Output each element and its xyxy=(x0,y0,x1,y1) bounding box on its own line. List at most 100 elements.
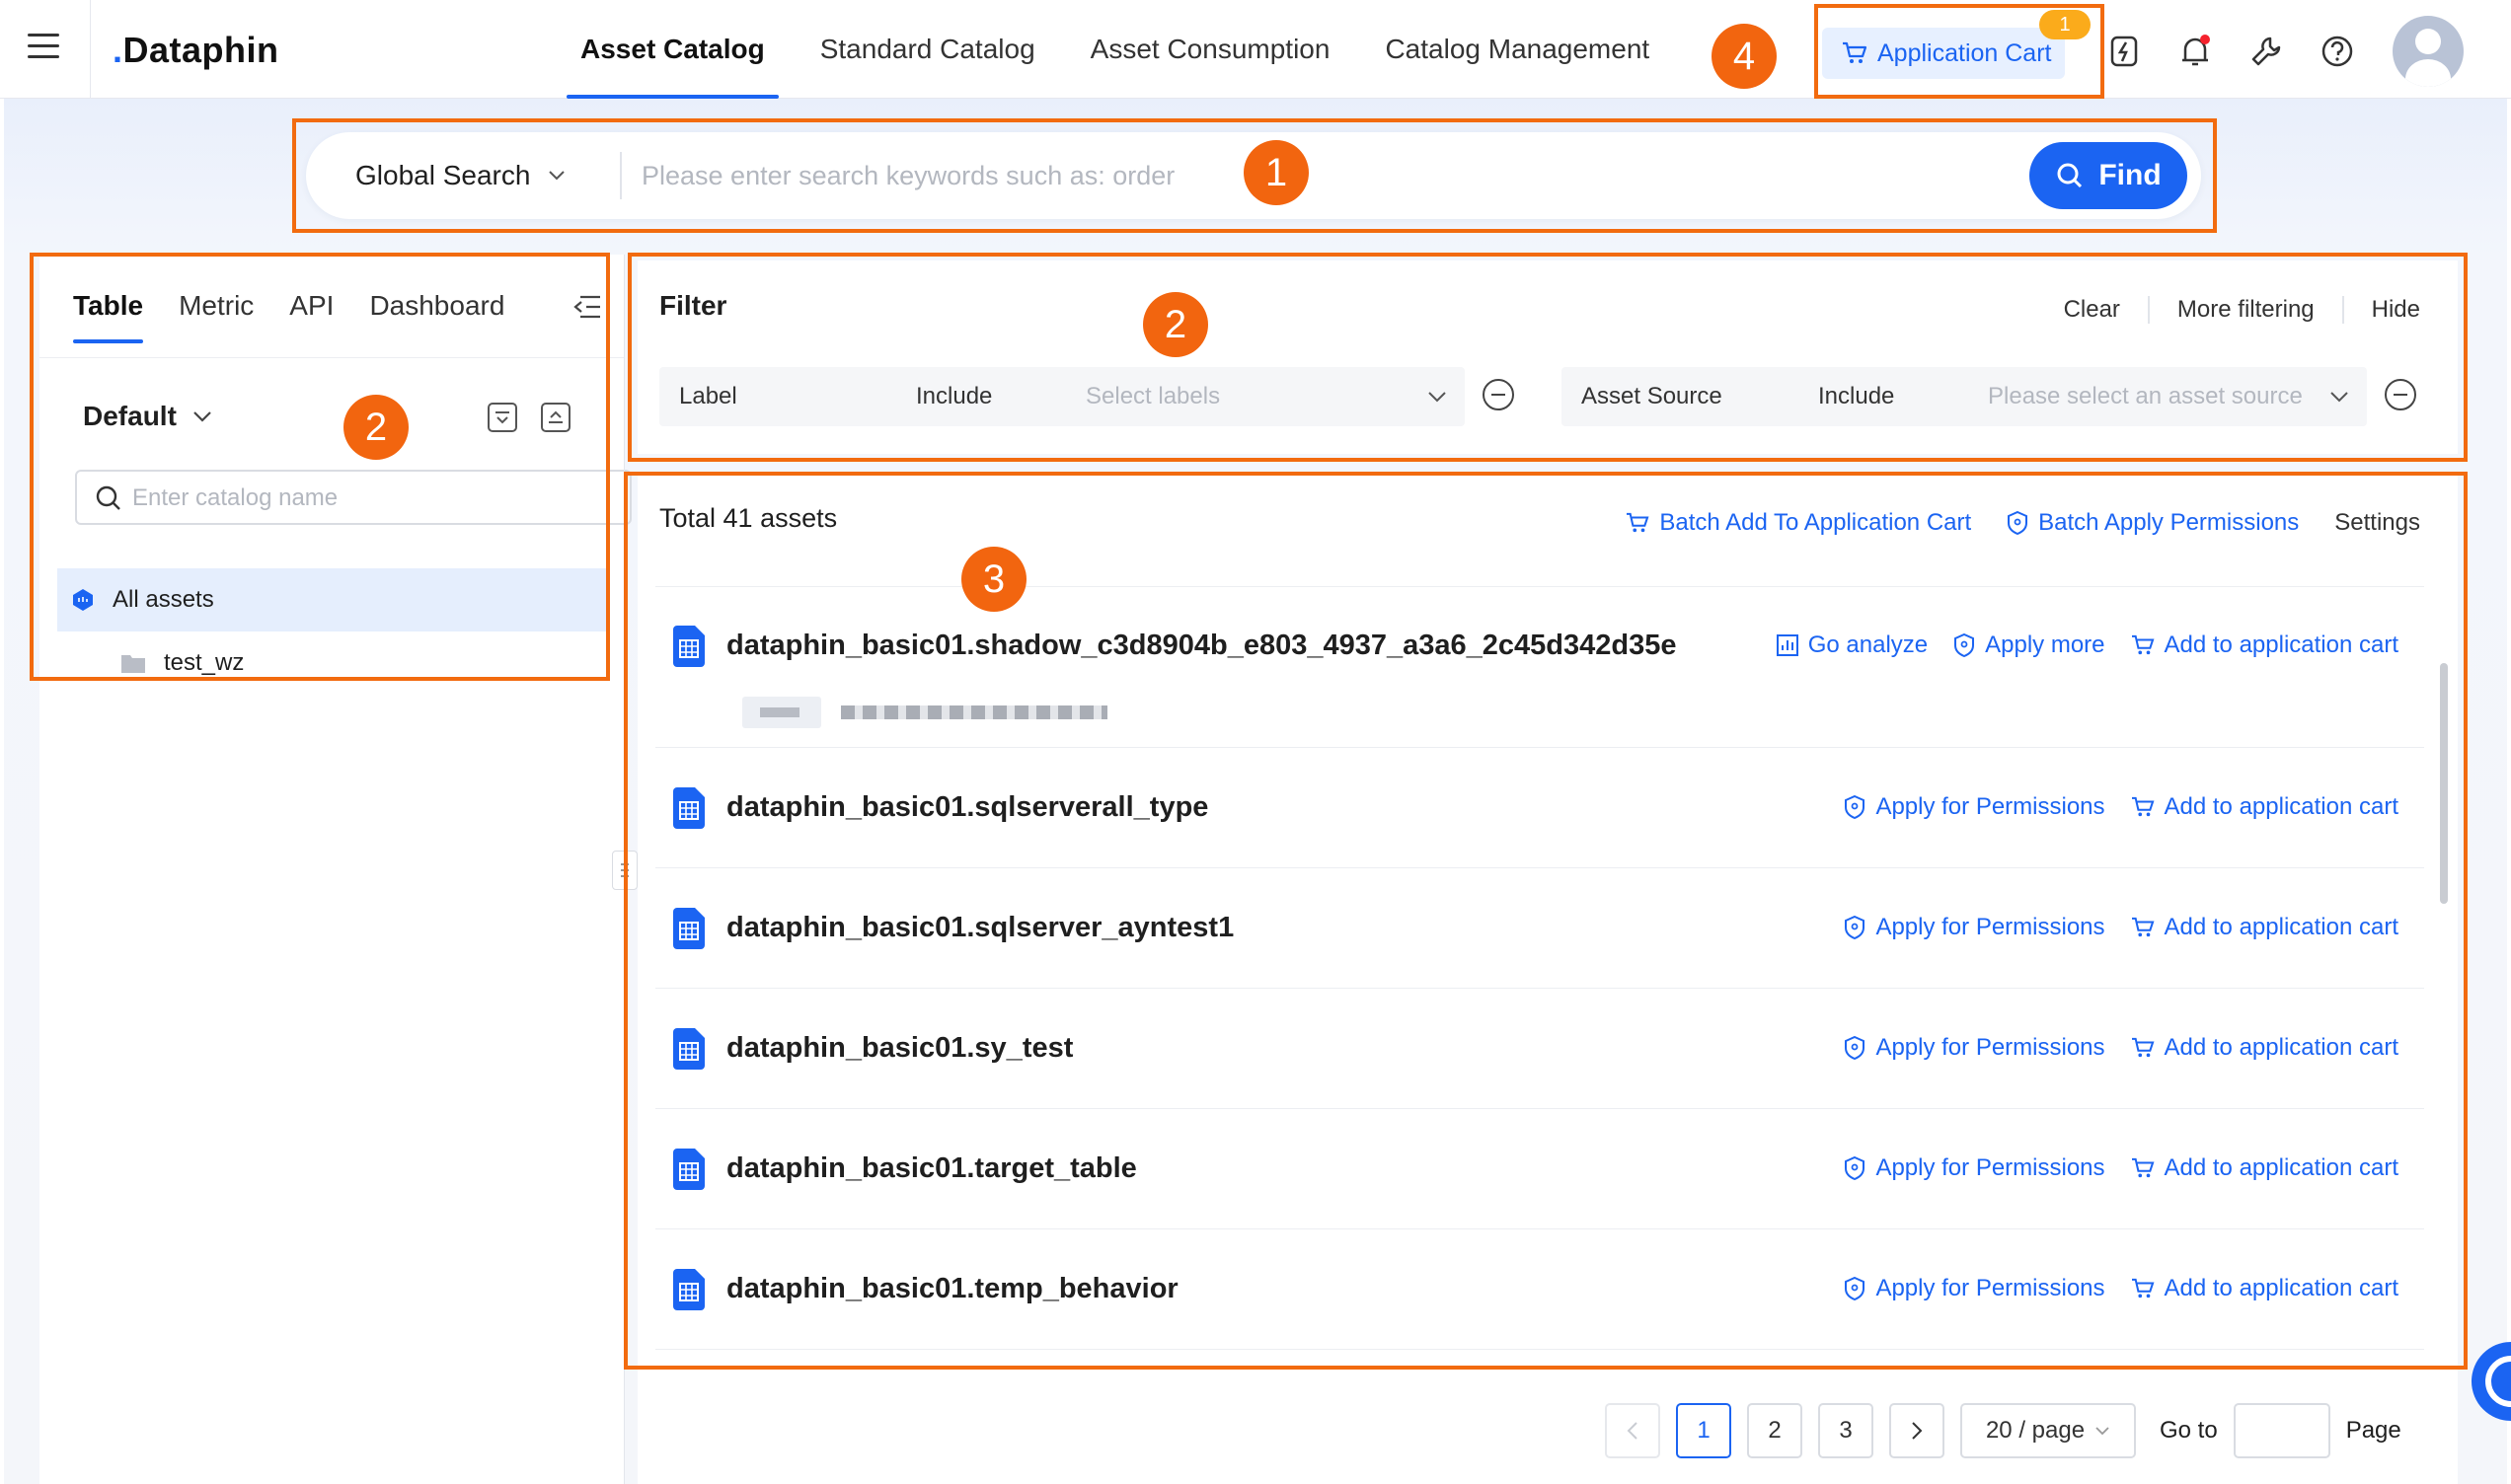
goto-page-input[interactable] xyxy=(2233,1403,2330,1458)
page-size-select[interactable]: 20 / page xyxy=(1960,1403,2136,1458)
tab-table[interactable]: Table xyxy=(73,255,144,357)
shield-icon xyxy=(2008,511,2028,535)
tab-dashboard[interactable]: Dashboard xyxy=(369,255,504,357)
add-to-cart-button[interactable]: Add to application cart xyxy=(2131,793,2398,821)
table-icon xyxy=(673,1028,705,1070)
tree-item-test-wz[interactable]: test_wz xyxy=(120,631,515,695)
remove-filter-icon[interactable] xyxy=(2385,379,2416,410)
add-to-cart-button[interactable]: Add to application cart xyxy=(2131,1275,2398,1302)
page-button-2[interactable]: 2 xyxy=(1747,1403,1802,1458)
apply-permissions-button[interactable]: Apply for Permissions xyxy=(1844,1154,2105,1182)
shield-icon xyxy=(1954,633,1975,657)
search-scope-dropdown[interactable]: Global Search xyxy=(355,132,566,219)
tree-item-label: All assets xyxy=(113,586,214,613)
global-search-bar: Global Search Find xyxy=(306,132,2201,219)
hamburger-menu-icon[interactable] xyxy=(28,34,59,61)
nav-standard-catalog[interactable]: Standard Catalog xyxy=(793,0,1063,99)
more-filtering-button[interactable]: More filtering xyxy=(2147,296,2342,324)
bell-icon[interactable] xyxy=(2177,34,2213,69)
apply-permissions-button[interactable]: Apply for Permissions xyxy=(1844,793,2105,821)
apply-permissions-button[interactable]: Apply for Permissions xyxy=(1844,1275,2105,1302)
remove-filter-icon[interactable] xyxy=(1483,379,1514,410)
batch-add-cart-button[interactable]: Batch Add To Application Cart xyxy=(1626,509,1971,537)
wrench-icon[interactable] xyxy=(2248,34,2284,69)
list-item[interactable]: dataphin_basic01.shadow_c3d8904b_e803_49… xyxy=(655,606,2424,748)
add-to-cart-button[interactable]: Add to application cart xyxy=(2131,1154,2398,1182)
table-icon xyxy=(673,1269,705,1310)
tab-api[interactable]: API xyxy=(289,255,334,357)
settings-button[interactable]: Settings xyxy=(2334,509,2420,537)
apply-permissions-button[interactable]: Apply for Permissions xyxy=(1844,914,2105,941)
shield-icon xyxy=(1845,916,1865,939)
cart-icon xyxy=(2131,1157,2154,1178)
logo-text: Dataphin xyxy=(122,30,279,70)
asset-type-tabs: Table Metric API Dashboard xyxy=(73,255,504,357)
chevron-down-icon xyxy=(2330,392,2348,403)
asset-name[interactable]: dataphin_basic01.sqlserver_ayntest1 xyxy=(726,912,1234,944)
table-icon xyxy=(673,1149,705,1190)
add-to-cart-button[interactable]: Add to application cart xyxy=(2131,914,2398,941)
top-bar: .Dataphin Asset Catalog Standard Catalog… xyxy=(0,0,2511,99)
hide-filter-button[interactable]: Hide xyxy=(2341,296,2420,324)
label-filter-row: Label Include Select labels xyxy=(659,367,1465,426)
tab-metric[interactable]: Metric xyxy=(179,255,254,357)
label-select[interactable]: Select labels xyxy=(1086,367,1451,426)
apply-more-button[interactable]: Apply more xyxy=(1953,631,2105,659)
app-logo[interactable]: .Dataphin xyxy=(113,30,279,71)
nav-asset-catalog[interactable]: Asset Catalog xyxy=(553,0,793,99)
add-to-cart-button[interactable]: Add to application cart xyxy=(2131,1034,2398,1062)
asset-name[interactable]: dataphin_basic01.sqlserverall_type xyxy=(726,791,1208,824)
table-icon xyxy=(673,787,705,829)
add-to-cart-label: Add to application cart xyxy=(2164,793,2398,820)
apply-permissions-label: Apply for Permissions xyxy=(1875,1275,2105,1301)
collapse-all-icon[interactable] xyxy=(541,403,571,432)
list-item[interactable]: dataphin_basic01.target_table Apply for … xyxy=(655,1109,2424,1229)
cart-icon xyxy=(2131,917,2154,937)
row-actions: Apply for Permissions Add to application… xyxy=(1844,793,2398,821)
resize-handle[interactable] xyxy=(612,851,638,890)
list-item[interactable]: dataphin_basic01.temp_behavior Apply for… xyxy=(655,1229,2424,1350)
prev-page-button[interactable] xyxy=(1605,1403,1660,1458)
go-analyze-button[interactable]: Go analyze xyxy=(1776,631,1928,659)
asset-name[interactable]: dataphin_basic01.target_table xyxy=(726,1152,1137,1185)
find-button[interactable]: Find xyxy=(2029,142,2187,209)
divider xyxy=(39,357,624,358)
user-avatar[interactable] xyxy=(2393,16,2464,87)
chevron-left-icon xyxy=(1627,1422,1637,1440)
filter-operator[interactable]: Include xyxy=(1818,367,1894,426)
help-icon[interactable] xyxy=(2320,34,2355,69)
asset-name[interactable]: dataphin_basic01.temp_behavior xyxy=(726,1273,1179,1305)
asset-source-filter-row: Asset Source Include Please select an as… xyxy=(1561,367,2367,426)
asset-source-select[interactable]: Please select an asset source xyxy=(1988,367,2353,426)
add-to-cart-label: Add to application cart xyxy=(2164,1275,2398,1301)
page-button-3[interactable]: 3 xyxy=(1818,1403,1873,1458)
row-actions: Apply for Permissions Add to application… xyxy=(1844,1034,2398,1062)
filter-operator[interactable]: Include xyxy=(916,367,992,426)
results-scrollbar[interactable] xyxy=(2440,663,2448,904)
add-to-cart-button[interactable]: Add to application cart xyxy=(2131,631,2398,659)
expand-all-icon[interactable] xyxy=(488,403,517,432)
collapse-sidebar-icon[interactable] xyxy=(572,294,602,320)
list-item[interactable]: dataphin_basic01.sy_test Apply for Permi… xyxy=(655,989,2424,1109)
shield-icon xyxy=(1845,795,1865,819)
asset-name[interactable]: dataphin_basic01.sy_test xyxy=(726,1032,1073,1065)
asset-name[interactable]: dataphin_basic01.shadow_c3d8904b_e803_49… xyxy=(726,630,1676,662)
next-page-button[interactable] xyxy=(1889,1403,1944,1458)
batch-apply-permissions-button[interactable]: Batch Apply Permissions xyxy=(2007,509,2299,537)
page-button-1[interactable]: 1 xyxy=(1676,1403,1731,1458)
divider xyxy=(90,0,91,99)
clear-filter-button[interactable]: Clear xyxy=(2036,296,2148,324)
catalog-dropdown[interactable]: Default xyxy=(83,401,212,432)
catalog-search-input[interactable] xyxy=(132,480,606,517)
apply-permissions-button[interactable]: Apply for Permissions xyxy=(1844,1034,2105,1062)
lightning-icon[interactable] xyxy=(2106,34,2142,69)
application-cart-button[interactable]: Application Cart xyxy=(1822,28,2065,79)
shield-icon xyxy=(1845,1036,1865,1060)
nav-asset-consumption[interactable]: Asset Consumption xyxy=(1063,0,1358,99)
list-item[interactable]: dataphin_basic01.sqlserverall_type Apply… xyxy=(655,748,2424,868)
nav-catalog-management[interactable]: Catalog Management xyxy=(1357,0,1677,99)
tree-item-all-assets[interactable]: All assets xyxy=(57,568,606,631)
search-input[interactable] xyxy=(642,146,1826,205)
redacted-tag xyxy=(742,697,821,728)
list-item[interactable]: dataphin_basic01.sqlserver_ayntest1 Appl… xyxy=(655,868,2424,989)
